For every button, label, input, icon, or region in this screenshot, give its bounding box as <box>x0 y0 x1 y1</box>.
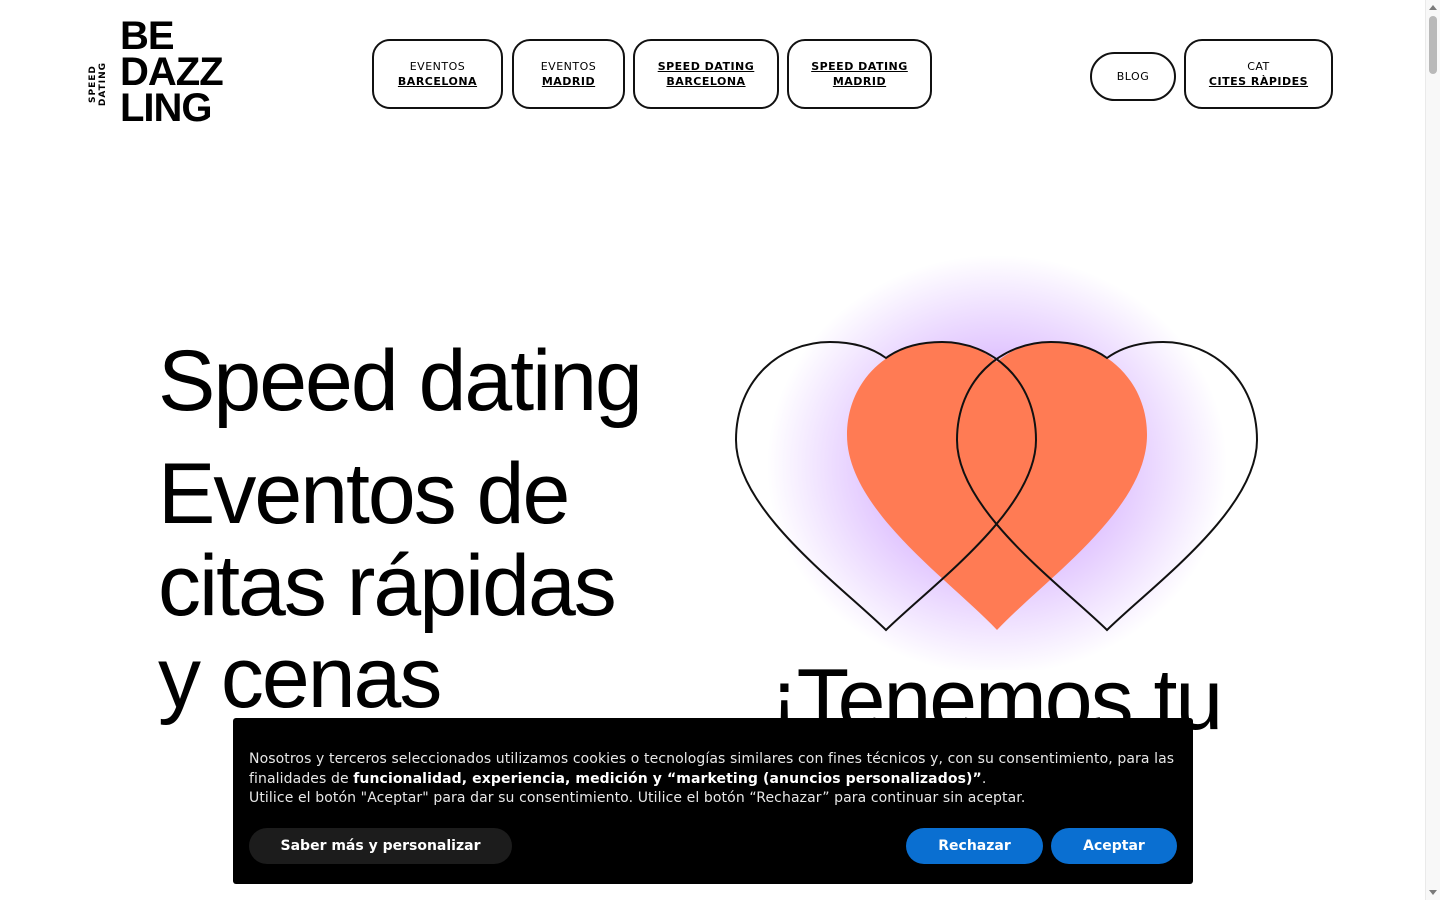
hero-subtitle-line-2: citas rápidas <box>158 538 617 634</box>
nav-item-line1: SPEED DATING <box>811 60 908 73</box>
logo-side-line-1: SPEED <box>88 65 98 103</box>
nav-blog[interactable]: BLOG <box>1090 52 1176 101</box>
logo-side-line-2: DATING <box>98 61 108 107</box>
scroll-up-icon[interactable] <box>1429 5 1437 10</box>
nav-speed-dating-madrid[interactable]: SPEED DATING MADRID <box>787 39 932 109</box>
nav-item-line2: BARCELONA <box>397 75 478 88</box>
nav-item-line1: EVENTOS <box>409 60 466 73</box>
cookie-banner: Nosotros y terceros seleccionados utiliz… <box>233 718 1193 884</box>
hero-subtitle-line-3: y cenas <box>158 630 442 726</box>
scrollbar[interactable] <box>1425 0 1440 900</box>
hero-subtitle: Eventos de citas rápidas y cenas <box>158 448 718 724</box>
logo-side-text: SPEED DATING <box>88 54 108 114</box>
nav-item-line1: SPEED DATING <box>657 60 755 73</box>
cookie-more-button[interactable]: Saber más y personalizar <box>249 828 512 864</box>
nav-item-line2: BARCELONA <box>666 75 746 88</box>
nav-lang-line1: CAT <box>1247 60 1270 73</box>
nav-item-line1: EVENTOS <box>540 60 597 73</box>
nav-lang-cat[interactable]: CAT CITES RÀPIDES <box>1184 39 1333 109</box>
hero-title: Speed dating <box>158 333 643 429</box>
hero-subtitle-line-1: Eventos de <box>158 446 570 542</box>
logo[interactable]: SPEED DATING BE DAZZ LING <box>88 16 224 133</box>
logo-main-line-3: LING <box>120 86 213 130</box>
cookie-text-line2: Utilice el botón "Aceptar" para dar su c… <box>249 790 1026 806</box>
cookie-text: Nosotros y terceros seleccionados utiliz… <box>249 750 1177 809</box>
logo-main-line-1: BE <box>120 14 175 58</box>
cookie-text-part2: . <box>981 770 987 787</box>
nav-lang-line2: CITES RÀPIDES <box>1208 75 1309 88</box>
nav-blog-label: BLOG <box>1116 70 1150 83</box>
cookie-reject-button[interactable]: Rechazar <box>906 828 1043 864</box>
nav-item-line2: MADRID <box>832 75 887 88</box>
scroll-thumb[interactable] <box>1429 16 1437 74</box>
nav-eventos-madrid[interactable]: EVENTOS MADRID <box>512 39 625 109</box>
logo-main-text: BE DAZZ LING <box>120 14 224 130</box>
hearts-illustration <box>734 255 1259 670</box>
scroll-down-icon[interactable] <box>1429 890 1437 895</box>
page: SPEED DATING BE DAZZ LING EVENTOS BARCEL… <box>0 0 1440 900</box>
nav-eventos-barcelona[interactable]: EVENTOS BARCELONA <box>372 39 503 109</box>
nav-item-line2: MADRID <box>541 75 596 88</box>
nav-speed-dating-barcelona[interactable]: SPEED DATING BARCELONA <box>633 39 779 109</box>
cookie-text-bold: funcionalidad, experiencia, medición y “… <box>353 770 982 787</box>
cookie-accept-button[interactable]: Aceptar <box>1051 828 1177 864</box>
logo-main-line-2: DAZZ <box>120 50 224 94</box>
